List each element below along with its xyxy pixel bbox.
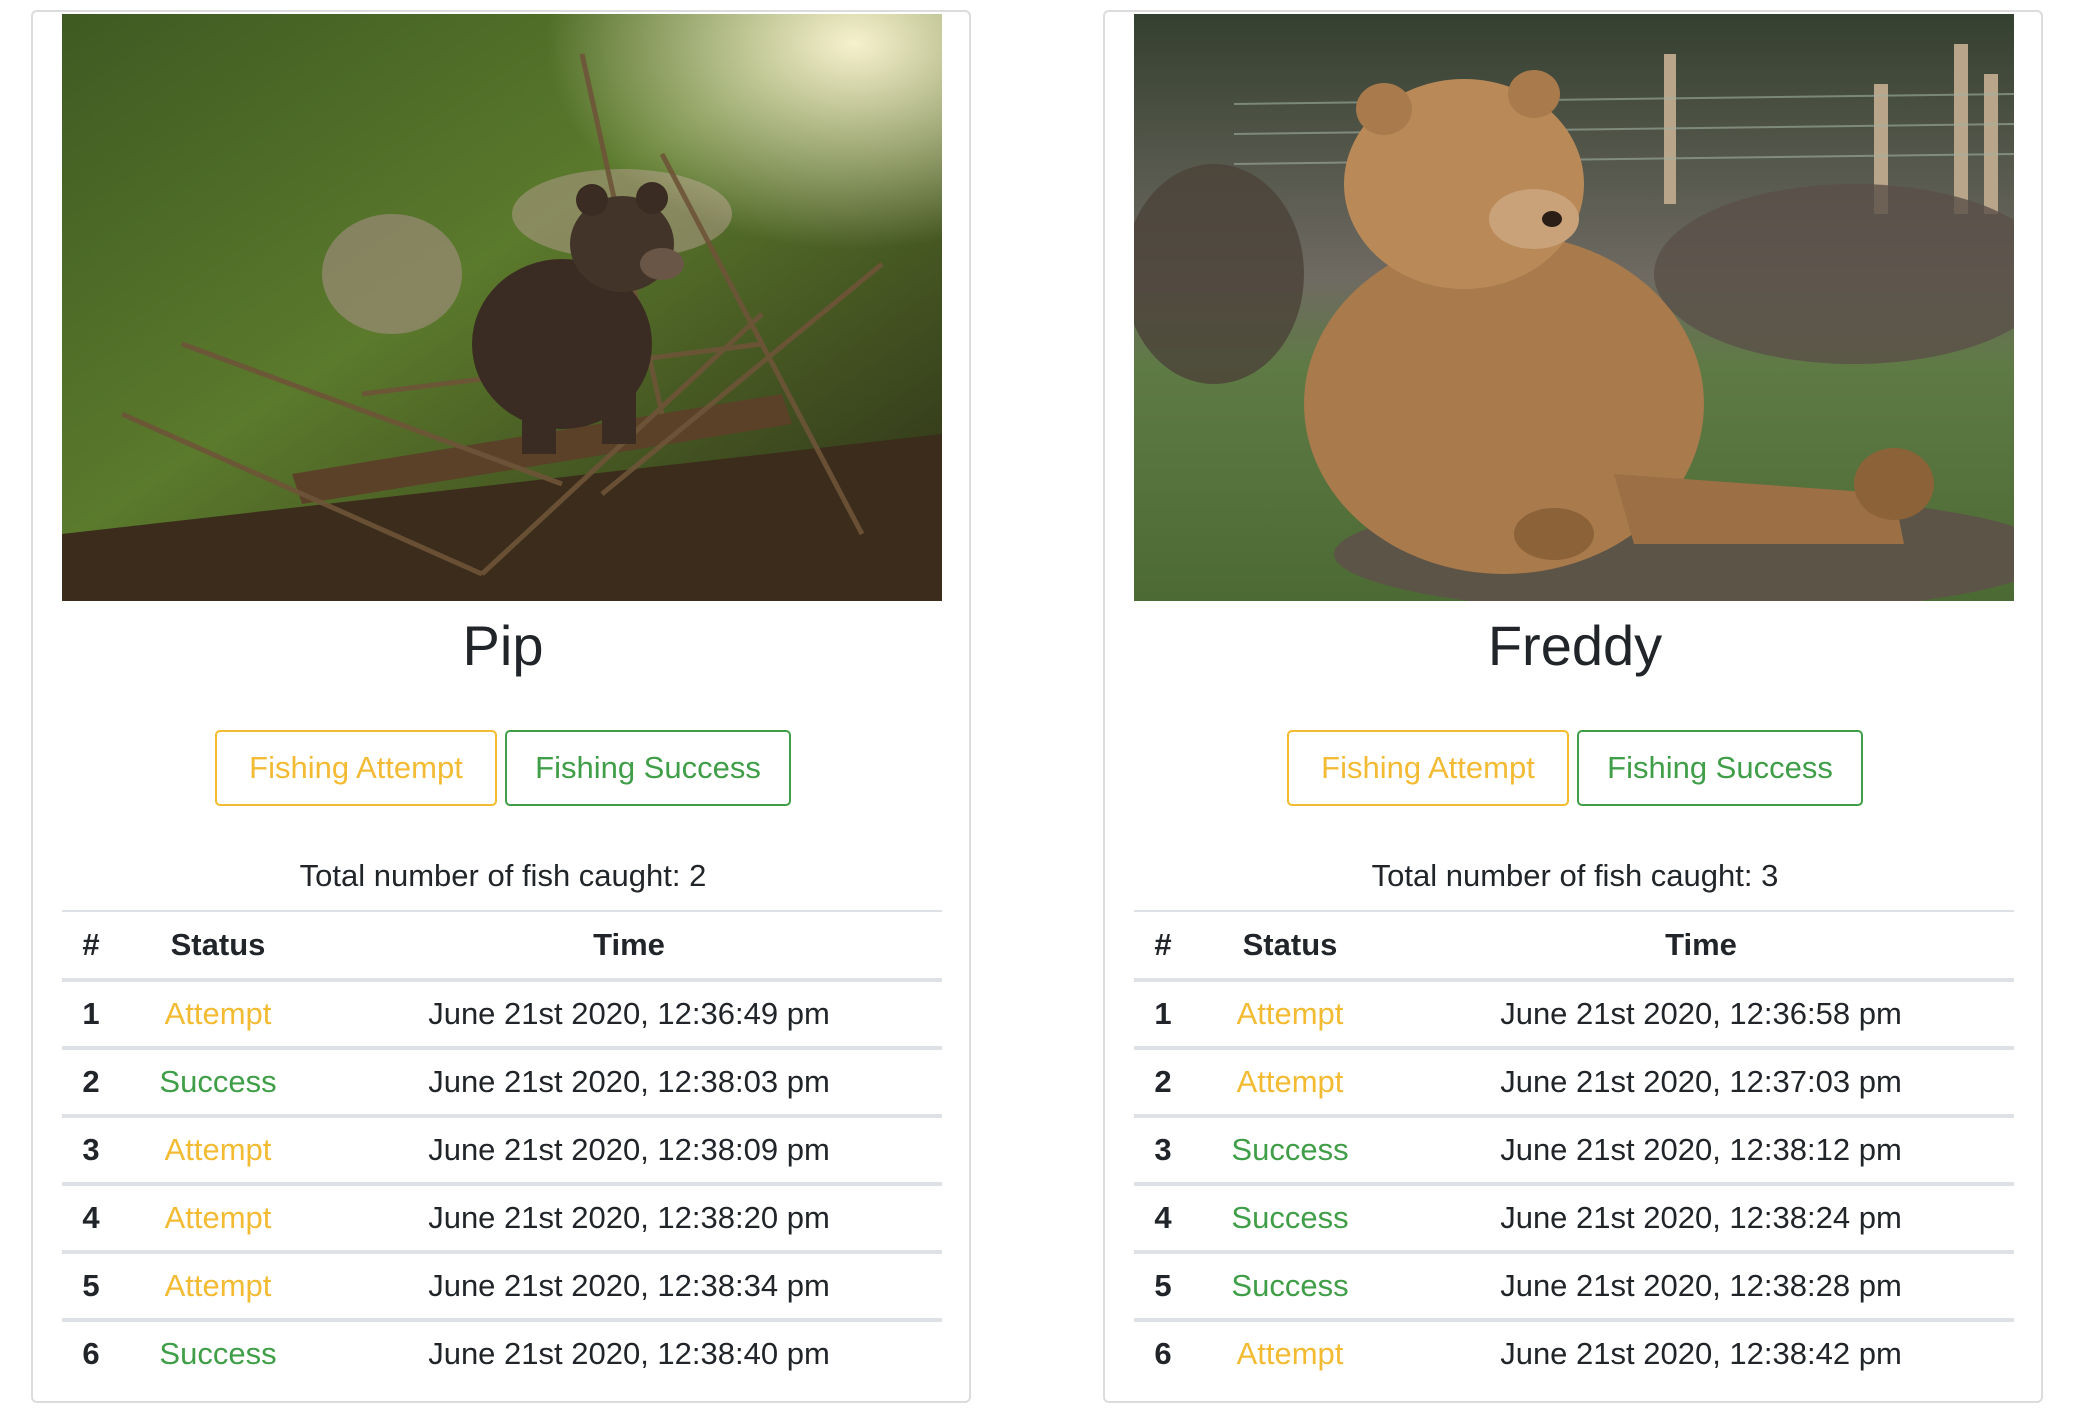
sitting-bear-photo [1134,14,2014,601]
row-time: June 21st 2020, 12:38:03 pm [316,1048,942,1118]
fishing-log-table: # Status Time 1 Attempt June 21st 2020, 12… [1134,910,2014,1386]
row-number: 3 [62,1116,120,1186]
column-header-time: Time [1388,910,2014,982]
row-status: Attempt [120,1252,316,1322]
row-status: Attempt [120,980,316,1050]
fishing-log-body: 1 Attempt June 21st 2020, 12:36:49 pm 2 Succ… [62,980,942,1386]
table-row: 3 Attempt June 21st 2020, 12:38:09 pm [62,1116,942,1186]
bear-card-pip: Pip Fishing Attempt Fishing Success Tota… [31,10,971,1403]
fishing-log-table: # Status Time 1 Attempt June 21st 2020, 12… [62,910,942,1386]
row-status: Success [120,1048,316,1118]
table-row: 2 Attempt June 21st 2020, 12:37:03 pm [1134,1048,2014,1118]
fishing-success-button[interactable]: Fishing Success [505,730,791,806]
row-status: Attempt [120,1116,316,1186]
row-time: June 21st 2020, 12:38:34 pm [316,1252,942,1322]
column-header-status: Status [1192,910,1388,982]
row-time: June 21st 2020, 12:38:09 pm [316,1116,942,1186]
row-number: 3 [1134,1116,1192,1186]
table-header-row: # Status Time [62,910,942,982]
row-status: Success [159,1336,277,1371]
row-number: 2 [1134,1048,1192,1118]
fishing-attempt-button[interactable]: Fishing Attempt [215,730,497,806]
table-row: 1 Attempt June 21st 2020, 12:36:49 pm [62,980,942,1050]
column-header-number: # [62,910,120,982]
fishing-success-button[interactable]: Fishing Success [1577,730,1863,806]
fishing-log-body: 1 Attempt June 21st 2020, 12:36:58 pm 2 Atte… [1134,980,2014,1386]
table-row: 3 Success June 21st 2020, 12:38:12 pm [1134,1116,2014,1186]
row-number: 4 [62,1184,120,1254]
table-row: 1 Attempt June 21st 2020, 12:36:58 pm [1134,980,2014,1050]
bear-card-freddy: Freddy Fishing Attempt Fishing Success T… [1103,10,2043,1403]
row-status: Attempt [1192,980,1388,1050]
row-number: 5 [62,1252,120,1322]
row-time: June 21st 2020, 12:38:40 pm [428,1336,830,1371]
table-row: 4 Success June 21st 2020, 12:38:24 pm [1134,1184,2014,1254]
table-row: 6 Success June 21st 2020, 12:38:40 pm [62,1320,942,1386]
fish-caught-total: Total number of fish caught: 3 [1371,858,1779,893]
row-time: June 21st 2020, 12:38:24 pm [1388,1184,2014,1254]
row-number: 1 [1134,980,1192,1050]
table-row: 2 Success June 21st 2020, 12:38:03 pm [62,1048,942,1118]
column-header-status: Status [120,910,316,982]
row-number: 6 [82,1336,100,1371]
row-number: 1 [62,980,120,1050]
fishing-attempt-button[interactable]: Fishing Attempt [1287,730,1569,806]
row-status: Success [1192,1252,1388,1322]
bear-name: Freddy [1487,614,1663,677]
bear-name: Pip [462,614,544,677]
table-header-row: # Status Time [1134,910,2014,982]
column-header-time: Time [316,910,942,982]
bear-cub-photo [62,14,942,601]
fishing-buttons: Fishing Attempt Fishing Success [1105,730,2045,806]
bear-cards-page: Pip Fishing Attempt Fishing Success Tota… [0,0,2078,1416]
table-row: 5 Success June 21st 2020, 12:38:28 pm [1134,1252,2014,1322]
row-time: June 21st 2020, 12:38:12 pm [1388,1116,2014,1186]
row-time: June 21st 2020, 12:37:03 pm [1388,1048,2014,1118]
row-time: June 21st 2020, 12:36:58 pm [1388,980,2014,1050]
row-time: June 21st 2020, 12:38:28 pm [1388,1252,2014,1322]
row-number: 4 [1134,1184,1192,1254]
row-time: June 21st 2020, 12:36:49 pm [316,980,942,1050]
row-status: Success [1192,1184,1388,1254]
row-status: Attempt [1192,1048,1388,1118]
table-row: 6 Attempt June 21st 2020, 12:38:42 pm [1134,1320,2014,1386]
row-status: Attempt [120,1184,316,1254]
table-row: 5 Attempt June 21st 2020, 12:38:34 pm [62,1252,942,1322]
fish-caught-total: Total number of fish caught: 2 [299,858,707,893]
row-status: Success [1192,1116,1388,1186]
column-header-number: # [1134,910,1192,982]
row-status: Attempt [1236,1336,1344,1371]
row-time: June 21st 2020, 12:38:20 pm [316,1184,942,1254]
row-number: 6 [1154,1336,1172,1371]
fishing-buttons: Fishing Attempt Fishing Success [33,730,973,806]
row-number: 2 [62,1048,120,1118]
row-time: June 21st 2020, 12:38:42 pm [1500,1336,1902,1371]
table-row: 4 Attempt June 21st 2020, 12:38:20 pm [62,1184,942,1254]
row-number: 5 [1134,1252,1192,1322]
